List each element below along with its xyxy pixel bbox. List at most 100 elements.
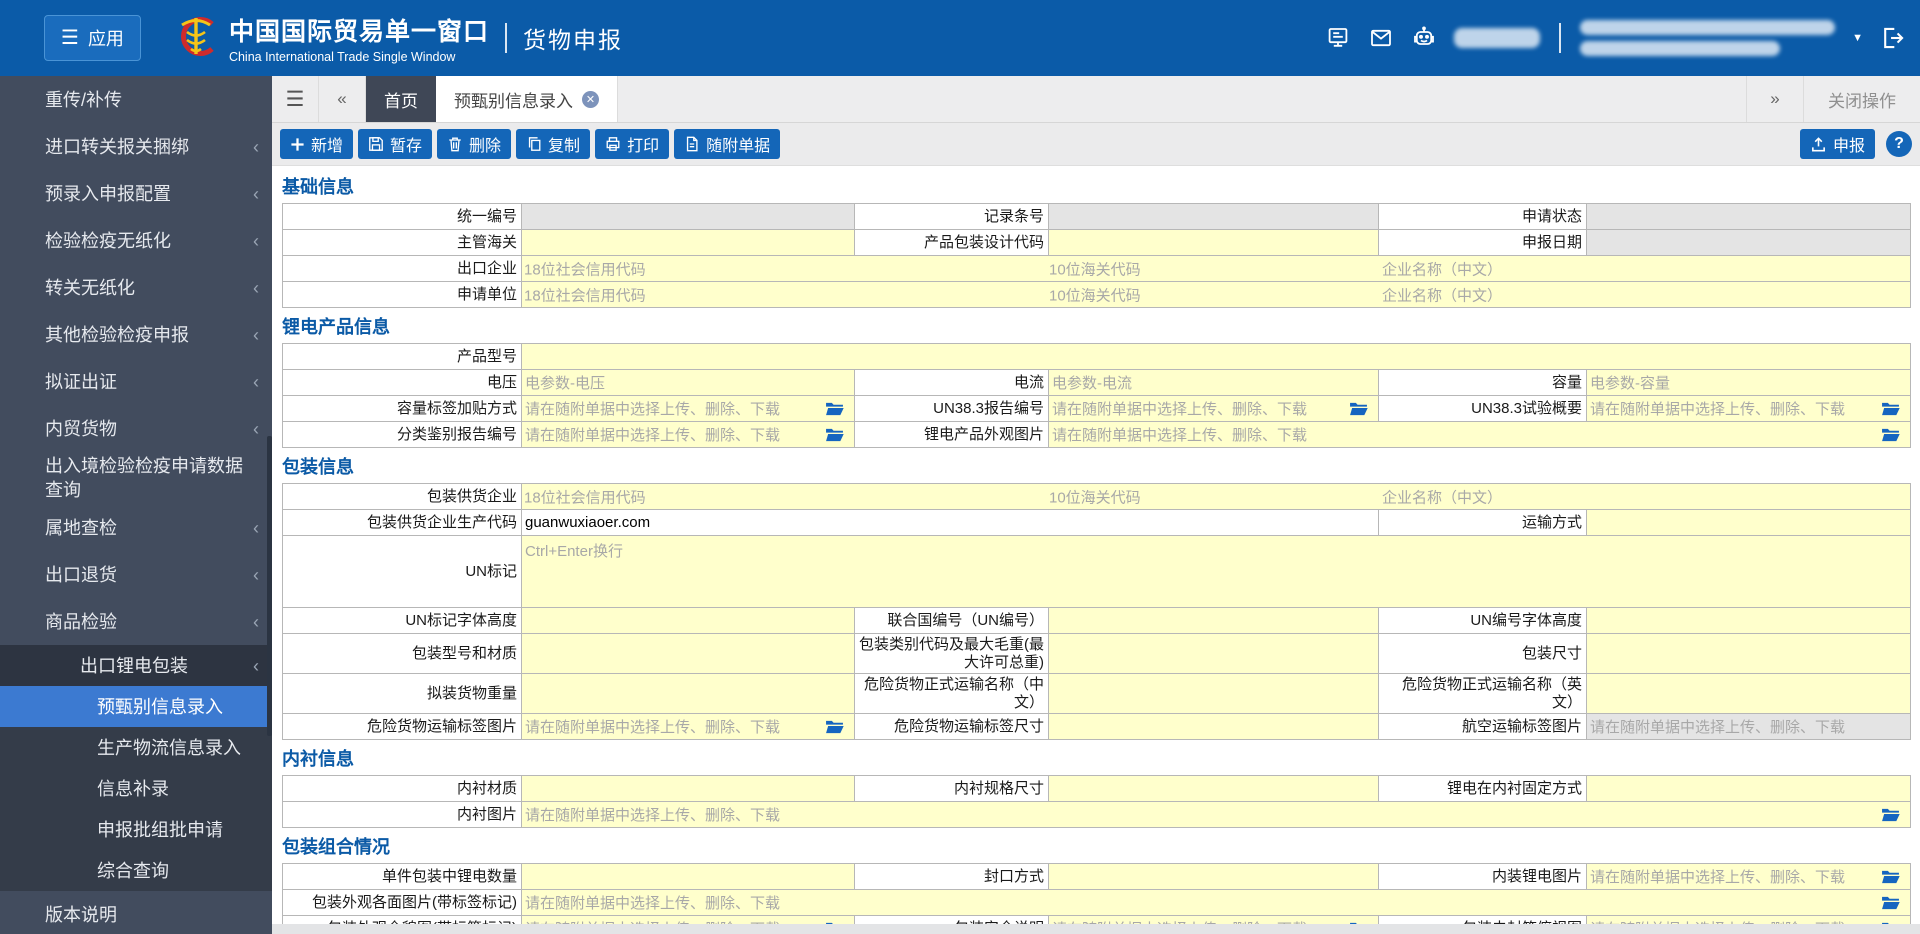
attach-folder-icon[interactable]: [1349, 401, 1368, 416]
field-package-size[interactable]: [1587, 634, 1911, 674]
field-dg-transport-label-photo[interactable]: 请在随附单据中选择上传、删除、下载: [522, 714, 855, 740]
scroll-tabs-right-icon[interactable]: »: [1746, 76, 1804, 122]
attach-folder-icon[interactable]: [1881, 869, 1900, 884]
add-button[interactable]: 新增: [280, 129, 353, 159]
field-un383-test-summary[interactable]: 请在随附单据中选择上传、删除、下载: [1587, 396, 1911, 422]
attach-folder-icon[interactable]: [825, 427, 844, 442]
sidebar-item-export-li-battery-package[interactable]: 出口锂电包装‹: [0, 645, 272, 686]
label-text: 包装供货企业生产代码: [367, 514, 517, 532]
table-row: 危险货物运输标签图片请在随附单据中选择上传、删除、下载危险货物运输标签尺寸航空运…: [283, 714, 1911, 740]
field-battery-appearance-photo[interactable]: 请在随附单据中选择上传、删除、下载: [1049, 422, 1911, 448]
field-capacity-label-method[interactable]: 请在随附单据中选择上传、删除、下载: [522, 396, 855, 422]
sidebar-item-export-return[interactable]: 出口退货‹: [0, 551, 272, 598]
save-draft-button[interactable]: 暂存: [358, 129, 432, 159]
field-package-unsealed-top-view[interactable]: 请在随附单据中选择上传、删除、下载: [1587, 916, 1911, 924]
company-name-redacted: [1580, 20, 1835, 56]
sidebar-nav: 重传/补传进口转关报关捆绑‹预录入申报配置‹检验检疫无纸化‹转关无纸化‹其他检验…: [0, 76, 272, 934]
field-dg-proper-shipping-name-en[interactable]: [1587, 674, 1911, 714]
field-un-number[interactable]: [1049, 608, 1379, 634]
attach-folder-icon[interactable]: [1881, 807, 1900, 822]
sidebar-item-pre-entry-config[interactable]: 预录入申报配置‹: [0, 170, 272, 217]
dropdown-caret[interactable]: ▼: [1852, 32, 1863, 44]
field-export-enterprise[interactable]: 18位社会信用代码10位海关代码企业名称（中文）: [522, 256, 1911, 282]
label-un383-test-summary: UN38.3试验概要: [1379, 396, 1587, 422]
sidebar-item-domestic-goods[interactable]: 内贸货物‹: [0, 405, 272, 452]
attach-folder-icon[interactable]: [1881, 921, 1900, 924]
field-package-class-code-max-weight[interactable]: [1049, 634, 1379, 674]
robot-icon[interactable]: [1411, 25, 1437, 51]
sidebar-item-cert-issue[interactable]: 拟证出证‹: [0, 358, 272, 405]
field-liner-material[interactable]: [522, 776, 855, 802]
sidebar-item-label: 出入境检验检疫申请数据查询: [45, 454, 246, 502]
sidebar-item-other-ciq-declare[interactable]: 其他检验检疫申报‹: [0, 311, 272, 358]
field-dg-transport-label-size[interactable]: [1049, 714, 1379, 740]
attach-folder-icon[interactable]: [1881, 895, 1900, 910]
sidebar-item-ciq-apply-data-query[interactable]: 出入境检验检疫申请数据查询: [0, 452, 272, 504]
field-un383-report-no[interactable]: 请在随附单据中选择上传、删除、下载: [1049, 396, 1379, 422]
sidebar-item-pre-screening-entry[interactable]: 预甄别信息录入: [0, 686, 272, 727]
tab-home[interactable]: 首页: [366, 76, 436, 122]
main-split: 重传/补传进口转关报关捆绑‹预录入申报配置‹检验检疫无纸化‹转关无纸化‹其他检验…: [0, 76, 1920, 934]
attached-documents-button[interactable]: 随附单据: [674, 129, 780, 159]
monitor-icon[interactable]: [1325, 25, 1351, 51]
field-battery-fixing-in-liner[interactable]: [1587, 776, 1911, 802]
field-package-exterior-side-photos[interactable]: 请在随附单据中选择上传、删除、下载: [522, 890, 1911, 916]
field-un-number-font-height[interactable]: [1587, 608, 1911, 634]
sidebar-item-commodity-inspection[interactable]: 商品检验‹: [0, 598, 272, 645]
field-un-mark-font-height[interactable]: [522, 608, 855, 634]
tab-close-icon[interactable]: ✕: [582, 91, 599, 108]
field-package-supplier-production-code[interactable]: guanwuxiaoer.com: [522, 510, 1379, 536]
apps-menu-button[interactable]: ☰ 应用: [44, 15, 141, 61]
field-package-supplier[interactable]: 18位社会信用代码10位海关代码企业名称（中文）: [522, 484, 1911, 510]
attach-folder-icon[interactable]: [825, 719, 844, 734]
field-package-exterior-full-photo[interactable]: 请在随附单据中选择上传、删除、下载: [522, 916, 855, 924]
attach-folder-icon[interactable]: [825, 921, 844, 924]
help-button[interactable]: ?: [1886, 131, 1912, 157]
tab-pre-screening-entry[interactable]: 预甄别信息录入 ✕: [436, 76, 618, 122]
copy-button[interactable]: 复制: [516, 129, 590, 159]
scroll-tabs-left-icon[interactable]: «: [319, 76, 366, 122]
field-proposed-cargo-weight[interactable]: [522, 674, 855, 714]
field-transport-mode[interactable]: [1587, 510, 1911, 536]
field-product-model[interactable]: [522, 344, 1911, 370]
attach-folder-icon[interactable]: [825, 401, 844, 416]
field-liner-spec-size[interactable]: [1049, 776, 1379, 802]
sidebar-scrollbar[interactable]: [267, 436, 272, 736]
field-liner-photo[interactable]: 请在随附单据中选择上传、删除、下载: [522, 802, 1911, 828]
declare-button[interactable]: 申报: [1800, 129, 1875, 159]
field-capacity[interactable]: 电参数-容量: [1587, 370, 1911, 396]
sidebar-item-production-logistics-entry[interactable]: 生产物流信息录入: [0, 727, 272, 768]
attach-folder-icon[interactable]: [1881, 401, 1900, 416]
delete-button[interactable]: 删除: [437, 129, 511, 159]
field-un-mark[interactable]: Ctrl+Enter换行: [522, 536, 1911, 608]
attach-folder-icon[interactable]: [1881, 427, 1900, 442]
field-package-model-material[interactable]: [522, 634, 855, 674]
sidebar-item-import-transit-binding[interactable]: 进口转关报关捆绑‹: [0, 123, 272, 170]
field-sealing-method[interactable]: [1049, 864, 1379, 890]
field-product-package-design-code[interactable]: [1049, 230, 1379, 256]
sidebar-item-version-notes[interactable]: 版本说明: [0, 891, 272, 934]
field-package-safety-instruction[interactable]: 请在随附单据中选择上传、删除、下载: [1049, 916, 1379, 924]
field-placeholder: 10位海关代码: [1049, 258, 1141, 279]
sidebar-item-comprehensive-query[interactable]: 综合查询: [0, 850, 272, 891]
sidebar-item-declare-batch-apply[interactable]: 申报批组批申请: [0, 809, 272, 850]
sidebar-item-re-transfer[interactable]: 重传/补传: [0, 76, 272, 123]
sidebar-item-info-supplement[interactable]: 信息补录: [0, 768, 272, 809]
logout-icon[interactable]: [1880, 25, 1906, 51]
field-dg-proper-shipping-name-cn[interactable]: [1049, 674, 1379, 714]
field-applicant-unit[interactable]: 18位社会信用代码10位海关代码企业名称（中文）: [522, 282, 1911, 308]
print-button[interactable]: 打印: [595, 129, 669, 159]
field-voltage[interactable]: 电参数-电压: [522, 370, 855, 396]
field-inner-battery-photo[interactable]: 请在随附单据中选择上传、删除、下载: [1587, 864, 1911, 890]
sidebar-item-local-inspection[interactable]: 属地查检‹: [0, 504, 272, 551]
attach-folder-icon[interactable]: [1349, 921, 1368, 924]
close-operations-button[interactable]: 关闭操作: [1804, 76, 1920, 122]
field-competent-customs[interactable]: [522, 230, 855, 256]
mail-icon[interactable]: [1368, 25, 1394, 51]
field-classification-report-no[interactable]: 请在随附单据中选择上传、删除、下载: [522, 422, 855, 448]
tab-menu-icon[interactable]: ☰: [272, 76, 319, 122]
field-battery-qty-per-package[interactable]: [522, 864, 855, 890]
sidebar-item-ciq-paperless[interactable]: 检验检疫无纸化‹: [0, 217, 272, 264]
field-current[interactable]: 电参数-电流: [1049, 370, 1379, 396]
sidebar-item-transit-paperless[interactable]: 转关无纸化‹: [0, 264, 272, 311]
